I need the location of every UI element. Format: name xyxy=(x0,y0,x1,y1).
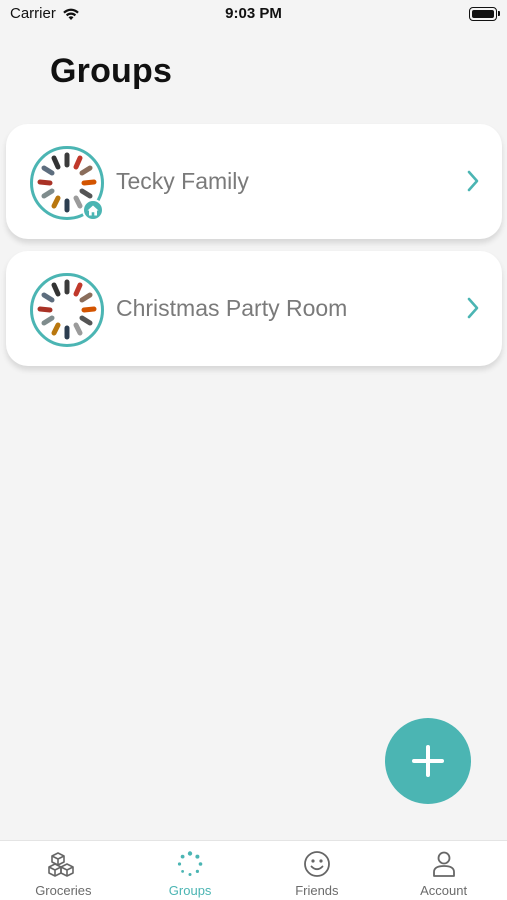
status-bar: Carrier 9:03 PM xyxy=(0,0,507,30)
status-time: 9:03 PM xyxy=(225,5,282,22)
group-name: Tecky Family xyxy=(116,168,249,194)
dotted-circle-icon xyxy=(175,849,205,879)
tab-groceries[interactable]: Groceries xyxy=(0,841,127,900)
group-card-christmas-party-room[interactable]: Christmas Party Room xyxy=(6,251,502,366)
tab-label: Friends xyxy=(295,883,339,898)
tab-label: Account xyxy=(420,883,468,898)
smiley-icon xyxy=(302,849,332,879)
group-list: Tecky Family Christmas Party Room xyxy=(6,124,502,378)
home-icon xyxy=(82,199,104,221)
person-icon xyxy=(429,849,459,879)
boxes-icon xyxy=(48,849,78,879)
group-avatar xyxy=(30,273,104,347)
group-card-tecky-family[interactable]: Tecky Family xyxy=(6,124,502,239)
tab-label: Groups xyxy=(168,883,212,898)
group-name: Christmas Party Room xyxy=(116,295,348,321)
chevron-right-icon xyxy=(467,170,479,192)
tab-groups[interactable]: Groups xyxy=(127,841,254,900)
tab-friends[interactable]: Friends xyxy=(254,841,381,900)
page-title: Groups xyxy=(50,52,173,90)
battery-icon xyxy=(469,7,500,21)
chevron-right-icon xyxy=(467,297,479,319)
tab-bar: Groceries Groups Friends Account xyxy=(0,840,507,900)
add-group-button[interactable] xyxy=(385,718,471,804)
tab-label: Groceries xyxy=(35,883,92,898)
tab-account[interactable]: Account xyxy=(380,841,507,900)
plus-icon xyxy=(412,745,444,777)
